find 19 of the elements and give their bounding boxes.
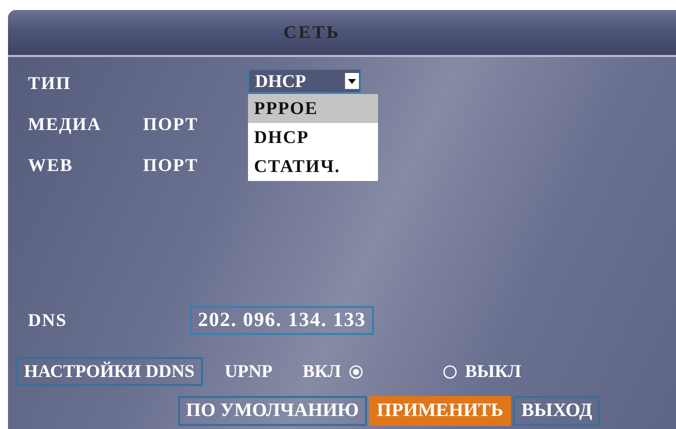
dns-field[interactable]: 202. 096. 134. 133 (190, 306, 374, 335)
field-label: WEB (28, 155, 74, 176)
ddns-settings-button[interactable]: НАСТРОЙКИ DDNS (16, 357, 203, 386)
field-label: ТИП (28, 73, 72, 94)
menu-button[interactable]: ПО УМОЛЧАНИЮ (178, 396, 367, 426)
dropdown-option[interactable]: DHCP (248, 123, 378, 152)
field-label: DNS (28, 310, 68, 331)
dropdown-option[interactable]: СТАТИЧ. (248, 152, 378, 181)
menu-button[interactable]: ВЫХОД (513, 396, 600, 426)
radio-option[interactable]: ВКЛ (302, 361, 364, 382)
radio-option[interactable]: ВЫКЛ (443, 361, 522, 382)
field-label: ПОРТ (143, 155, 198, 176)
field-label: МЕДИА (28, 114, 102, 135)
upnp-label: UPNP (224, 361, 273, 382)
type-dropdown[interactable]: DHCP (248, 69, 361, 93)
window-title: СЕТЬ (284, 22, 340, 43)
menu-button[interactable]: ПРИМЕНИТЬ (368, 396, 512, 426)
field-label: ПОРТ (143, 114, 198, 135)
dropdown-option[interactable]: PPPOE (248, 94, 378, 123)
